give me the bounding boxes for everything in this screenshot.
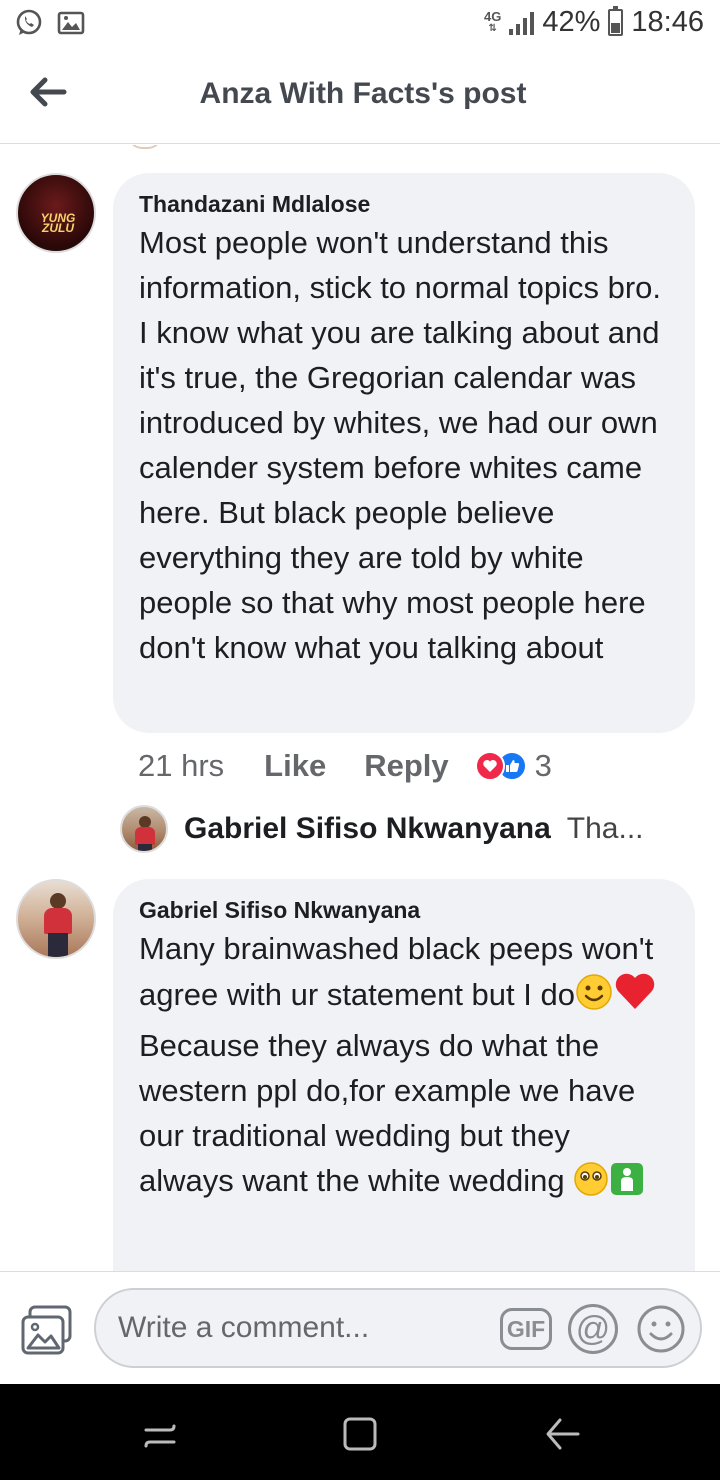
red-heart-emoji-icon (613, 971, 657, 1023)
whatsapp-icon (14, 8, 44, 38)
back-nav-icon (546, 1418, 580, 1450)
home-icon (343, 1417, 377, 1451)
avatar-logo-text: YUNG ZULU (40, 211, 76, 235)
post-header: Anza With Facts's post (0, 50, 720, 144)
gif-button[interactable]: GIF (500, 1308, 552, 1350)
man-in-suit-emoji-icon (609, 1161, 645, 1209)
comment-text: Most people won't understand this inform… (139, 225, 670, 665)
reply-button[interactable]: Reply (364, 748, 448, 784)
smiley-icon (637, 1305, 685, 1353)
network-indicator: 4G ⇅ (484, 8, 502, 34)
system-nav-bar (0, 1384, 720, 1480)
recents-icon (144, 1424, 176, 1448)
previous-comment-edge (128, 145, 162, 149)
comment-actions: 21 hrs Like Reply 3 (138, 748, 552, 784)
reply-text-preview: Tha... (566, 812, 644, 845)
network-type: 4G (484, 8, 502, 24)
mention-button[interactable]: @ (568, 1304, 618, 1354)
comment-bubble[interactable]: Gabriel Sifiso Nkwanyana Many brainwashe… (113, 879, 695, 1271)
comment-author[interactable]: Gabriel Sifiso Nkwanyana (139, 897, 669, 924)
status-bar: 4G ⇅ 42% 18:46 (0, 0, 720, 50)
status-right: 4G ⇅ 42% 18:46 (484, 6, 704, 39)
reactions-summary[interactable] (474, 751, 527, 781)
reply-avatar (120, 805, 168, 853)
comment-author[interactable]: Thandazani Mdlalose (139, 191, 669, 218)
battery-icon (608, 6, 624, 36)
smiling-face-emoji-icon (575, 973, 613, 1023)
battery-percent: 42% (542, 6, 601, 38)
comment-composer: Write a comment... GIF @ (0, 1271, 720, 1384)
comment-text: Many brainwashed black peeps won't agree… (139, 926, 669, 1209)
comments-feed[interactable]: YUNG ZULU Thandazani Mdlalose Most peopl… (0, 145, 720, 1271)
crying-face-emoji-icon (573, 1161, 609, 1209)
comment-bubble[interactable]: Thandazani Mdlalose Most people won't un… (113, 173, 695, 733)
gallery-icon (56, 8, 86, 38)
recents-button[interactable] (140, 1414, 180, 1454)
reply-preview[interactable]: Gabriel Sifiso Nkwanyana Tha... (120, 805, 680, 853)
photo-icon (21, 1305, 72, 1355)
avatar[interactable] (16, 879, 96, 959)
emoji-button[interactable] (636, 1304, 686, 1354)
heart-reaction-icon (474, 751, 505, 781)
previous-reactions-edge (486, 145, 636, 149)
comment-text-part2: Because they always do what the western … (139, 1028, 644, 1198)
home-button[interactable] (340, 1414, 380, 1454)
comment-placeholder: Write a comment... (118, 1311, 370, 1344)
reaction-count[interactable]: 3 (535, 748, 552, 784)
clock: 18:46 (631, 6, 704, 38)
comment-input[interactable]: Write a comment... GIF @ (94, 1288, 702, 1368)
comment-time[interactable]: 21 hrs (138, 748, 224, 784)
reply-author: Gabriel Sifiso Nkwanyana (184, 812, 551, 845)
avatar[interactable]: YUNG ZULU (16, 173, 96, 253)
like-button[interactable]: Like (264, 748, 326, 784)
back-nav-button[interactable] (542, 1414, 582, 1454)
page-title: Anza With Facts's post (199, 77, 527, 110)
signal-icon (509, 11, 535, 35)
photo-button[interactable] (20, 1304, 74, 1356)
notification-icons (14, 8, 86, 38)
